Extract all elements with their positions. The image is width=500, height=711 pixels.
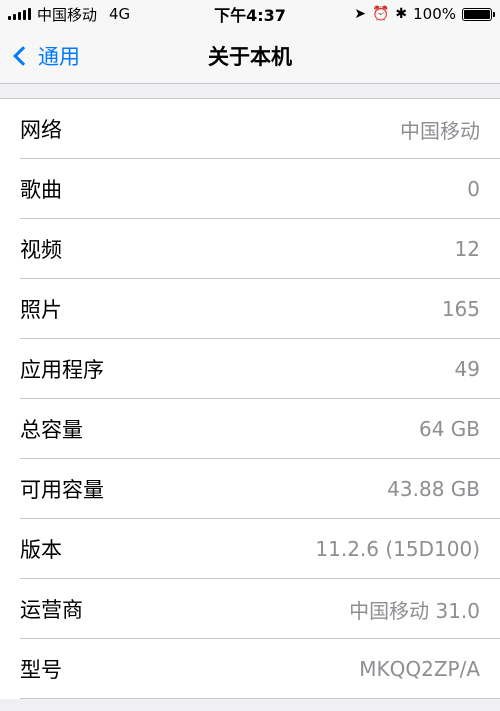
info-row-value: 12 [454,237,480,261]
info-row-label: 视频 [20,238,62,262]
info-row[interactable]: 总容量 64 GB [0,399,500,459]
back-button[interactable]: 通用 [0,41,80,71]
info-row-value: MKQQ2ZP/A [359,657,480,681]
info-row-label: 版本 [20,538,62,562]
info-row[interactable]: 照片 165 [0,279,500,339]
chevron-left-icon [13,45,33,66]
info-row-label: 型号 [20,658,62,682]
status-left: 中国移动 4G [8,4,130,25]
info-row[interactable]: 型号 MKQQ2ZP/A [0,639,500,699]
info-row-label: 运营商 [20,598,83,622]
location-arrow-icon: ➤ [354,6,366,22]
back-button-label: 通用 [38,44,80,69]
navigation-bar: 通用 关于本机 [0,28,500,84]
battery-level [464,9,490,19]
info-row-value: 0 [467,177,480,201]
info-row-label: 歌曲 [20,178,62,202]
info-row-value: 43.88 GB [387,477,480,501]
info-row-value: 11.2.6 (15D100) [315,537,480,561]
info-row[interactable]: 运营商 中国移动 31.0 [0,579,500,639]
info-row-label: 应用程序 [20,358,104,382]
battery-icon [462,7,495,21]
bluetooth-icon: ✱ [395,6,408,22]
info-row-value: 165 [441,297,480,321]
about-screen: 中国移动 4G 下午4:37 ➤ ⏰ ✱ 100% 通用 关于本机 网络 中国移动… [0,0,500,711]
carrier-name: 中国移动 [37,5,98,24]
info-row[interactable]: 版本 11.2.6 (15D100) [0,519,500,579]
alarm-icon: ⏰ [371,6,390,22]
signal-strength-icon [8,8,31,20]
info-row-value: 49 [454,357,480,381]
info-list: 网络 中国移动歌曲 0 视频 12 照片 165 应用程序 49 总容量 64 GB 可用容量 43.8… [0,98,500,699]
info-row[interactable]: 可用容量 43.88 GB [0,459,500,519]
info-row-label: 照片 [20,298,62,322]
info-row-label: 网络 [20,118,62,142]
status-right: ➤ ⏰ ✱ 100% [354,5,495,23]
info-row[interactable]: 网络 中国移动 [0,99,500,159]
info-row-label: 可用容量 [20,478,104,502]
section-spacer [0,84,500,98]
info-row[interactable]: 应用程序 49 [0,339,500,399]
battery-percent: 100% [413,5,456,23]
network-type: 4G [109,5,131,23]
info-row[interactable]: 视频 12 [0,219,500,279]
info-row-label: 总容量 [20,418,83,442]
info-row-value: 64 GB [418,417,480,441]
status-bar: 中国移动 4G 下午4:37 ➤ ⏰ ✱ 100% [0,0,500,28]
info-row-value: 中国移动 [400,118,480,143]
info-row[interactable]: 歌曲 0 [0,159,500,219]
info-row-value: 中国移动 31.0 [349,598,480,623]
